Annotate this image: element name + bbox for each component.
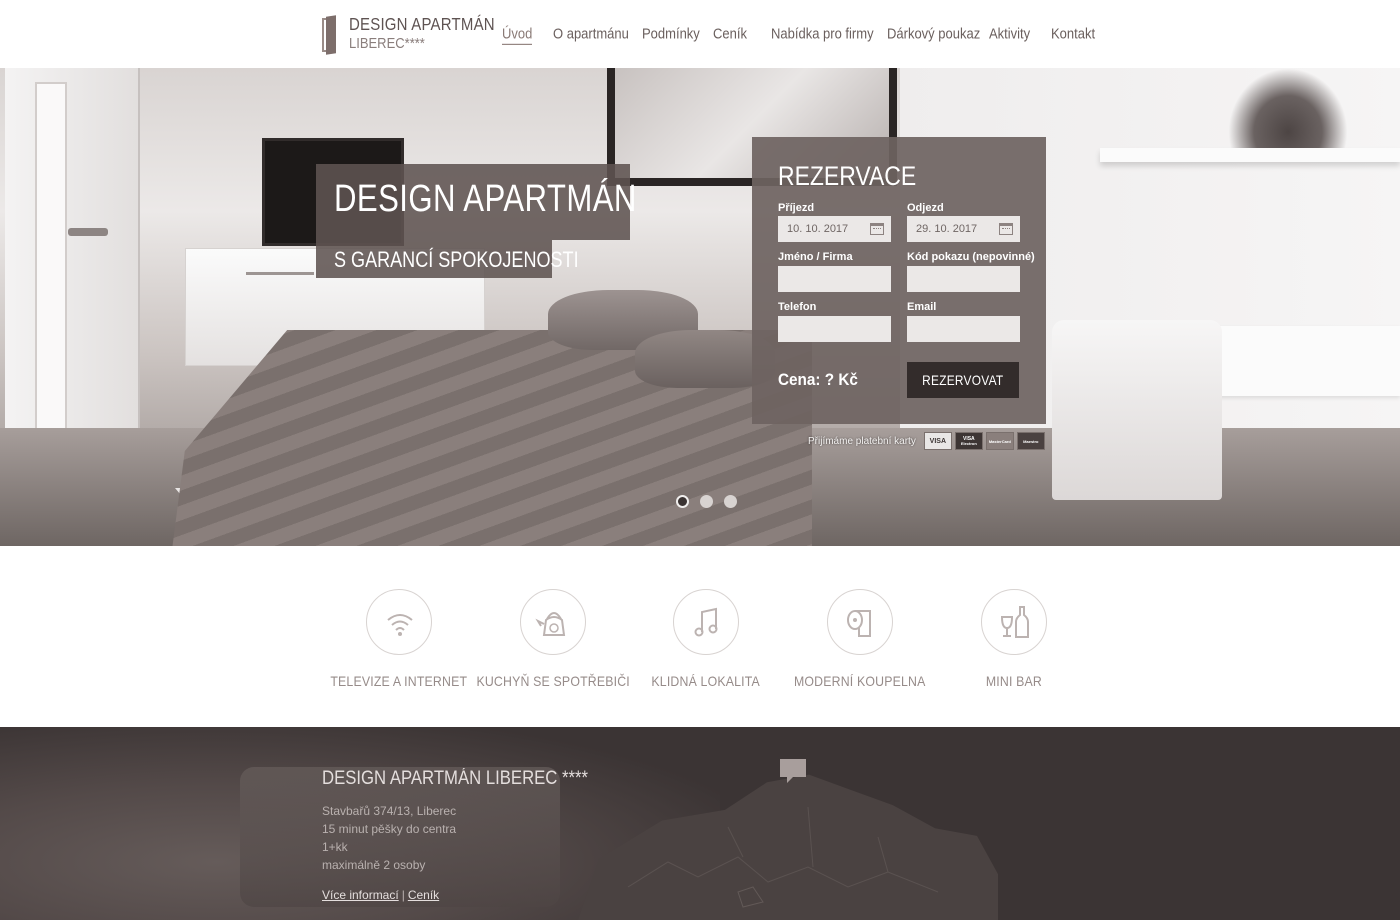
email-input[interactable] xyxy=(907,316,1020,342)
page: DESIGN APARTMÁN LIBEREC**** Úvod O apart… xyxy=(0,0,1400,920)
visa-card-icon: VISA xyxy=(923,432,952,450)
footer-layout: 1+kk xyxy=(322,840,348,854)
feature-minibar: MINI BAR xyxy=(919,589,1109,691)
hero-subtitle-box: S GARANCÍ SPOKOJENOSTI xyxy=(316,240,579,278)
hero-photo-chair xyxy=(1052,320,1222,500)
maestro-card-icon: Maestro xyxy=(1016,432,1045,450)
link-separator: | xyxy=(401,888,405,902)
hero-slider: DESIGN APARTMÁN S GARANCÍ SPOKOJENOSTI R… xyxy=(0,68,1400,546)
nav-item-darkovy-poukaz[interactable]: Dárkový poukaz xyxy=(887,25,980,42)
nav-item-cenik[interactable]: Ceník xyxy=(713,25,747,42)
nav-item-uvod[interactable]: Úvod xyxy=(502,25,533,45)
more-info-link[interactable]: Více informací xyxy=(322,888,399,902)
map-pin-icon[interactable] xyxy=(779,758,807,784)
arrival-label: Příjezd xyxy=(778,202,815,214)
wifi-icon xyxy=(366,589,432,655)
phone-input[interactable] xyxy=(778,316,891,342)
wine-bottle-icon xyxy=(981,589,1047,655)
feature-label: MINI BAR xyxy=(985,673,1043,689)
calendar-icon[interactable] xyxy=(870,223,884,235)
site-header: DESIGN APARTMÁN LIBEREC**** Úvod O apart… xyxy=(0,0,1400,68)
phone-label: Telefon xyxy=(778,301,817,313)
hero-subtitle: S GARANCÍ SPOKOJENOSTI xyxy=(334,247,579,272)
hero-title: DESIGN APARTMÁN xyxy=(334,178,637,220)
feature-label: KUCHYŇ SE SPOTŘEBIČI xyxy=(476,673,630,689)
footer-links: Více informací | Ceník xyxy=(322,888,439,902)
slider-dots xyxy=(676,495,748,508)
slider-dot-1[interactable] xyxy=(676,495,689,508)
footer-address: Stavbařů 374/13, Liberec xyxy=(322,804,457,818)
nav-item-aktivity[interactable]: Aktivity xyxy=(989,25,1030,42)
reservation-form: REZERVACE Příjezd Odjezd Jméno / Firma K… xyxy=(752,137,1046,424)
nav-item-podminky[interactable]: Podmínky xyxy=(642,25,700,42)
payment-cards: Přijímáme platební karty VISA VISA Electr… xyxy=(808,432,1045,450)
toilet-paper-icon xyxy=(827,589,893,655)
feature-label: KLIDNÁ LOKALITA xyxy=(651,673,761,689)
slider-dot-3[interactable] xyxy=(724,495,737,508)
feature-label: MODERNÍ KOUPELNA xyxy=(794,673,926,689)
main-nav: Úvod O apartmánu Podmínky Ceník Nabídka … xyxy=(0,25,1400,46)
features-section: TELEVIZE A INTERNET KUCHYŇ SE SPOTŘEBIČI xyxy=(0,546,1400,727)
footer-distance: 15 minut pěšky do centra xyxy=(322,822,457,836)
email-label: Email xyxy=(907,301,937,313)
feature-label: TELEVIZE A INTERNET xyxy=(330,673,468,689)
nav-item-o-apartmanu[interactable]: O apartmánu xyxy=(553,25,629,42)
nav-item-kontakt[interactable]: Kontakt xyxy=(1051,25,1095,42)
visa-electron-card-icon: VISA Electron xyxy=(954,432,983,450)
mastercard-card-icon: MasterCard xyxy=(985,432,1014,450)
music-note-icon xyxy=(673,589,739,655)
departure-label: Odjezd xyxy=(907,202,944,214)
voucher-code-label: Kód pokazu (nepovinné) xyxy=(907,251,1035,263)
voucher-code-input[interactable] xyxy=(907,266,1020,292)
hero-photo-door xyxy=(5,68,140,458)
reserve-button[interactable]: REZERVOVAT xyxy=(907,362,1019,398)
payment-cards-label: Přijímáme platební karty xyxy=(808,435,916,447)
site-footer: DESIGN APARTMÁN LIBEREC **** Stavbařů 37… xyxy=(0,727,1400,920)
slider-dot-2[interactable] xyxy=(700,495,713,508)
hero-title-box: DESIGN APARTMÁN xyxy=(316,164,636,240)
reserve-button-label: REZERVOVAT xyxy=(922,372,1004,388)
calendar-icon[interactable] xyxy=(999,223,1013,235)
name-label: Jméno / Firma xyxy=(778,251,853,263)
reservation-title: REZERVACE xyxy=(778,161,917,191)
map-regions xyxy=(627,806,939,908)
nav-item-nabidka-pro-firmy[interactable]: Nabídka pro firmy xyxy=(771,25,874,42)
kettle-icon xyxy=(520,589,586,655)
prices-link[interactable]: Ceník xyxy=(408,888,439,902)
footer-title: DESIGN APARTMÁN LIBEREC **** xyxy=(322,768,589,789)
footer-capacity: maximálně 2 osoby xyxy=(322,858,426,872)
price-text: Cena: ? Kč xyxy=(778,370,858,389)
name-input[interactable] xyxy=(778,266,891,292)
